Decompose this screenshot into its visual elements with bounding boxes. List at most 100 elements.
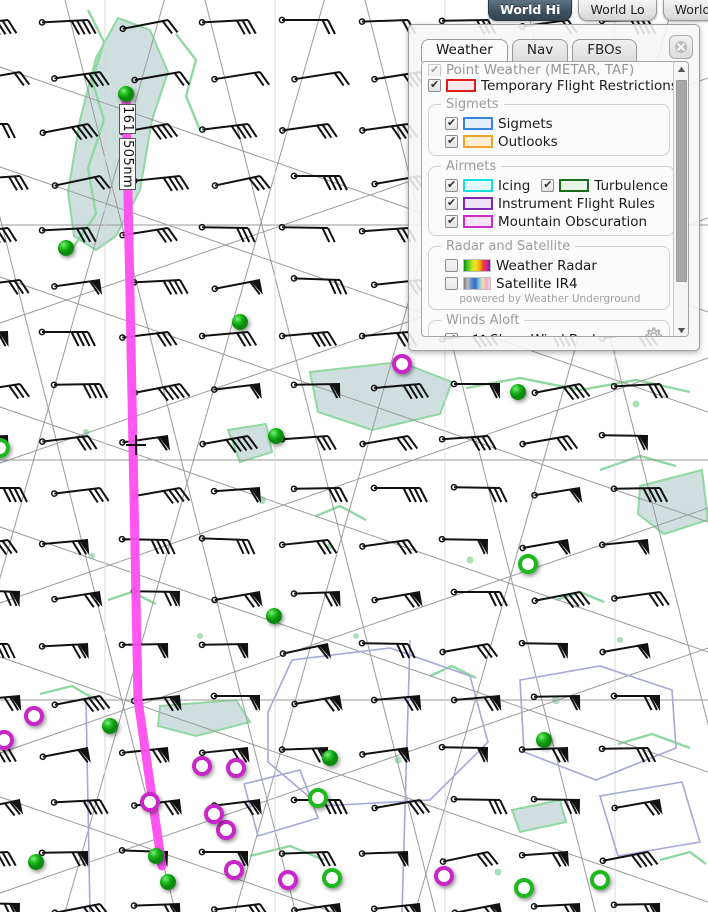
map-airport-marker[interactable] — [518, 554, 538, 574]
map-airport-marker[interactable] — [590, 870, 610, 890]
weather-layer-scroll-content: Point Weather (METAR, TAF) Temporary Fli… — [422, 62, 674, 337]
map-airport-marker[interactable] — [308, 788, 328, 808]
tab-nav[interactable]: Nav — [511, 39, 569, 62]
map-airport-marker[interactable] — [322, 750, 338, 766]
map-airport-marker[interactable] — [0, 438, 10, 458]
weather-radar-label: Weather Radar — [496, 257, 597, 274]
ifr-checkbox[interactable] — [445, 196, 458, 210]
turbulence-label: Turbulence — [594, 177, 669, 194]
tab-weather[interactable]: Weather — [421, 39, 508, 62]
map-airport-marker[interactable] — [204, 804, 224, 824]
layer-row-satellite-ir4[interactable]: Satellite IR4 — [445, 275, 663, 292]
turbulence-color-swatch — [559, 179, 590, 192]
app-root: 161 505nm World Hi World Lo World VFR We… — [0, 0, 708, 912]
layer-row-tfr[interactable]: Temporary Flight Restrictions — [428, 77, 674, 94]
group-airmets-legend: Airmets — [446, 159, 497, 174]
layer-tab-world-vfr[interactable]: World VFR — [662, 0, 708, 21]
scroll-down-icon — [677, 328, 686, 334]
outlooks-color-swatch — [463, 135, 493, 148]
map-airport-marker[interactable] — [322, 868, 342, 888]
sigmets-label: Sigmets — [498, 115, 553, 132]
show-wind-barbs-checkbox[interactable] — [445, 332, 458, 336]
group-sigmets: Sigmets Sigmets Outlooks — [428, 97, 670, 156]
route-distance-label: 505nm — [119, 138, 136, 191]
weather-underground-credit: powered by Weather Underground — [459, 293, 641, 305]
map-airport-marker[interactable] — [160, 874, 176, 890]
group-airmets: Airmets Icing Turbulence Instrument Flig… — [428, 159, 674, 236]
radar-gradient-icon — [463, 259, 491, 272]
outlooks-checkbox[interactable] — [445, 134, 458, 148]
weather-panel-tabs: Weather Nav FBOs — [421, 39, 637, 62]
mountain-obscuration-color-swatch — [463, 215, 493, 228]
map-airport-marker[interactable] — [268, 428, 284, 444]
group-radar-satellite: Radar and Satellite Weather Radar Satell… — [428, 239, 670, 310]
ifr-label: Instrument Flight Rules — [498, 195, 655, 212]
map-airport-marker[interactable] — [24, 706, 44, 726]
show-wind-barbs-label: Show Wind Barbs — [490, 332, 608, 337]
layer-tab-world-lo[interactable]: World Lo — [578, 0, 657, 21]
point-weather-label: Point Weather (METAR, TAF) — [446, 64, 635, 76]
map-airport-marker[interactable] — [392, 354, 412, 374]
layer-row-outlooks[interactable]: Outlooks — [445, 133, 663, 150]
map-airspace-boundaries — [85, 639, 702, 912]
point-weather-checkbox[interactable] — [428, 64, 441, 76]
route-heading-label: 161 — [119, 104, 136, 135]
map-airport-marker[interactable] — [102, 718, 118, 734]
map-airport-marker[interactable] — [510, 384, 526, 400]
map-airport-marker[interactable] — [224, 860, 244, 880]
scroll-down-button[interactable] — [674, 323, 688, 336]
icing-color-swatch — [463, 179, 493, 192]
scrollbar-thumb[interactable] — [676, 80, 687, 282]
layer-row-point-weather[interactable]: Point Weather (METAR, TAF) — [428, 64, 670, 76]
close-button[interactable] — [669, 35, 693, 59]
map-airport-marker[interactable] — [278, 870, 298, 890]
scroll-up-button[interactable] — [674, 62, 688, 77]
tab-fbos[interactable]: FBOs — [572, 39, 637, 62]
layer-row-mountain-obscuration[interactable]: Mountain Obscuration — [445, 213, 668, 230]
sigmets-color-swatch — [463, 117, 493, 130]
tfr-color-swatch — [446, 79, 476, 92]
layer-row-ifr[interactable]: Instrument Flight Rules — [445, 195, 668, 212]
ifr-color-swatch — [463, 197, 493, 210]
layer-row-show-wind-barbs[interactable]: Show Wind Barbs — [445, 331, 663, 337]
wind-barbs-settings-button[interactable] — [643, 326, 663, 336]
satellite-ir4-label: Satellite IR4 — [496, 275, 578, 292]
layer-row-sigmets[interactable]: Sigmets — [445, 115, 663, 132]
map-airport-marker[interactable] — [434, 866, 454, 886]
weather-layer-list: Point Weather (METAR, TAF) Temporary Fli… — [421, 61, 689, 337]
weather-radar-checkbox[interactable] — [445, 259, 458, 272]
map-airport-marker[interactable] — [266, 608, 282, 624]
weather-panel-scrollbar[interactable] — [673, 62, 688, 336]
group-radar-satellite-legend: Radar and Satellite — [446, 239, 571, 254]
satellite-ir4-checkbox[interactable] — [445, 277, 458, 290]
layer-tab-world-hi[interactable]: World Hi — [488, 0, 573, 21]
sigmets-checkbox[interactable] — [445, 116, 458, 130]
map-airport-marker[interactable] — [226, 758, 246, 778]
map-airport-marker[interactable] — [192, 756, 212, 776]
satellite-gradient-icon — [463, 277, 491, 290]
map-airport-marker[interactable] — [148, 848, 164, 864]
close-icon — [675, 41, 687, 53]
map-airport-marker[interactable] — [232, 314, 248, 330]
mountain-obscuration-checkbox[interactable] — [445, 214, 458, 228]
map-airport-marker[interactable] — [0, 730, 14, 750]
gear-icon — [645, 327, 663, 336]
icing-checkbox[interactable] — [445, 178, 458, 192]
map-airport-marker[interactable] — [58, 240, 74, 256]
map-airport-marker[interactable] — [514, 878, 534, 898]
map-airport-marker[interactable] — [28, 854, 44, 870]
tfr-checkbox[interactable] — [428, 78, 441, 92]
group-sigmets-legend: Sigmets — [446, 97, 499, 112]
layer-row-weather-radar[interactable]: Weather Radar — [445, 257, 663, 274]
map-airport-marker[interactable] — [118, 86, 134, 102]
weather-panel: Weather Nav FBOs Point Weather (METAR, T… — [408, 24, 700, 351]
map-airport-marker[interactable] — [216, 820, 236, 840]
scroll-up-icon — [677, 66, 686, 72]
wind-barb-icon — [471, 333, 485, 336]
map-airport-marker[interactable] — [536, 732, 552, 748]
turbulence-checkbox[interactable] — [541, 178, 555, 192]
mountain-obscuration-label: Mountain Obscuration — [498, 213, 648, 230]
map-airport-marker[interactable] — [140, 792, 160, 812]
group-winds-aloft: Winds Aloft Show Wind Barbs — [428, 313, 670, 337]
icing-label: Icing — [498, 177, 531, 194]
